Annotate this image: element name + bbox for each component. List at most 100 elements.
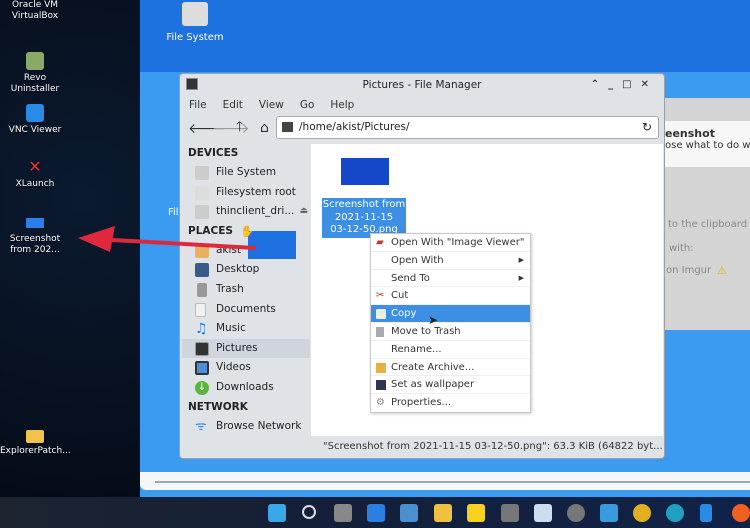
start-icon[interactable] (268, 504, 286, 522)
calculator-icon[interactable] (501, 504, 519, 522)
window-controls[interactable]: ⌃_□✕ (591, 74, 658, 96)
window-title: Pictures - File Manager (362, 79, 482, 91)
menu-item-move-to-trash[interactable]: Move to Trash (371, 323, 530, 341)
mouse-cursor-icon: ➤ (428, 313, 439, 327)
menu-item-create-archive[interactable]: Create Archive... (371, 359, 530, 377)
sidebar-item-downloads[interactable]: ↓ Downloads (182, 378, 310, 398)
warning-icon: ⚠ (717, 264, 727, 277)
app-icon (186, 78, 198, 90)
menu-view[interactable]: View (259, 96, 284, 114)
music-icon: ♫ (195, 321, 208, 338)
menu-item-properties[interactable]: ⚙ Properties... (371, 394, 530, 412)
pictures-icon (195, 341, 209, 356)
drive-icon (182, 2, 208, 26)
sidebar-item-thinclient[interactable]: thinclient_dri... ⏏ (182, 202, 310, 222)
folder-location-icon (282, 122, 293, 132)
file-name-label[interactable]: Screenshot from 2021-11-15 03-12-50.png (322, 198, 406, 238)
sidebar-item-file-system[interactable]: File System (182, 163, 310, 183)
file-thumbnail[interactable] (341, 158, 389, 185)
firefox-icon[interactable] (732, 504, 750, 522)
dialog-option-imgur[interactable]: on Imgur (666, 265, 711, 276)
path-text: /home/akist/Pictures/ (299, 121, 410, 133)
file-name-line: 2021-11-15 (334, 211, 394, 223)
copy-icon (376, 309, 386, 320)
image-file-icon (26, 218, 44, 228)
menu-item-rename[interactable]: Rename... (371, 341, 530, 359)
status-bar: "Screenshot from 2021-11-15 03-12-50.png… (323, 441, 663, 452)
folder-icon (26, 430, 44, 443)
menu-file[interactable]: File (189, 96, 207, 114)
dialog-header: eenshot ose what to do wit (665, 121, 750, 167)
up-arrow-icon[interactable]: 🡑 (236, 116, 250, 140)
dialog-option-clipboard[interactable]: to the clipboard (668, 219, 747, 230)
back-arrow-icon[interactable]: 🡐 (188, 120, 226, 137)
menu-help[interactable]: Help (330, 96, 354, 114)
reload-icon[interactable]: ↻ (642, 117, 652, 138)
vm-panel-line (155, 481, 750, 483)
title-bar[interactable]: Pictures - File Manager ⌃_□✕ (180, 74, 664, 96)
control-panel-icon[interactable] (400, 504, 418, 522)
resource-monitor-icon[interactable] (534, 504, 552, 522)
drive-icon (195, 205, 209, 220)
sidebar-item-desktop[interactable]: Desktop (182, 260, 310, 280)
sidebar-item-music[interactable]: ♫ Music (182, 319, 310, 339)
xlaunch-icon: ✕ (28, 157, 42, 176)
download-icon: ↓ (195, 380, 209, 395)
sidebar-item-browse-network[interactable]: ᯤ Browse Network (182, 417, 310, 437)
arrow-shaft (94, 237, 257, 250)
menu-item-cut[interactable]: ✂ Cut (371, 287, 530, 306)
menu-go[interactable]: Go (300, 96, 315, 114)
sidebar-item-pictures[interactable]: Pictures (182, 338, 310, 359)
dialog-title: eenshot (665, 127, 715, 140)
dialog-option-open-with[interactable]: with: (669, 243, 694, 254)
wifi-icon: ᯤ (195, 418, 207, 434)
trash-icon (197, 282, 207, 297)
power-icon[interactable] (633, 504, 651, 522)
menu-item-open-with-image-viewer[interactable]: ▰ Open With "Image Viewer" (371, 234, 530, 252)
desktop-icon-vnc[interactable]: VNC Viewer (0, 104, 70, 136)
menu-item-copy[interactable]: Copy (371, 305, 530, 323)
sidebar-item-documents[interactable]: Documents (182, 300, 310, 320)
forward-arrow-icon[interactable]: 🡒 (212, 120, 250, 137)
image-viewer-icon: ▰ (376, 237, 384, 248)
snap-icon[interactable] (367, 504, 385, 522)
desktop-icon-screenshot[interactable]: Screenshot from 202... (0, 218, 70, 256)
file-explorer-icon[interactable] (434, 504, 452, 522)
desktop-icon-revo[interactable]: Revo Uninstaller (0, 52, 70, 95)
monitor-icon (376, 380, 386, 391)
desktop-icon-file-system[interactable]: File System (160, 0, 230, 43)
menu-bar: File Edit View Go Help (180, 96, 664, 114)
desktop-icon-xlaunch[interactable]: ✕ XLaunch (0, 158, 70, 190)
eject-icon[interactable]: ⏏ (299, 202, 308, 222)
desktop-icon-explorerpatcher[interactable]: ExplorerPatch... (0, 430, 71, 457)
sidebar-item-filesystem-root[interactable]: Filesystem root (182, 183, 310, 203)
task-view-icon[interactable] (334, 504, 352, 522)
gear-icon: ⚙ (376, 397, 385, 409)
sidebar-item-videos[interactable]: Videos (182, 358, 310, 378)
settings-icon[interactable] (567, 504, 585, 522)
phone-icon[interactable] (700, 504, 712, 522)
network-header: NETWORK (188, 400, 248, 413)
menu-item-send-to[interactable]: Send To ▶ (371, 270, 530, 288)
revo-icon (26, 52, 44, 70)
arrow-head (78, 226, 115, 252)
home-icon[interactable]: ⌂ (260, 120, 274, 136)
menu-edit[interactable]: Edit (223, 96, 243, 114)
menu-item-set-wallpaper[interactable]: Set as wallpaper (371, 376, 530, 395)
submenu-arrow-icon: ▶ (518, 255, 524, 264)
location-input[interactable]: /home/akist/Pictures/ ↻ (276, 116, 659, 139)
videos-icon (195, 361, 209, 376)
sticky-notes-icon[interactable] (467, 504, 485, 522)
drive-icon (195, 185, 209, 200)
desktop-icon-virtualbox[interactable]: Oracle VM VirtualBox (0, 0, 70, 22)
partial-desktop-label: Fil (168, 207, 179, 218)
archive-icon (376, 362, 386, 373)
devices-header: DEVICES (188, 147, 239, 159)
search-icon[interactable] (302, 505, 316, 519)
remote-desktop-icon[interactable] (600, 504, 618, 522)
menu-item-open-with[interactable]: Open With ▶ (371, 252, 530, 270)
edge-icon[interactable] (666, 504, 684, 522)
submenu-arrow-icon: ▶ (518, 273, 524, 282)
sidebar-item-trash[interactable]: Trash (182, 280, 310, 300)
vm-desktop-top (140, 0, 750, 72)
